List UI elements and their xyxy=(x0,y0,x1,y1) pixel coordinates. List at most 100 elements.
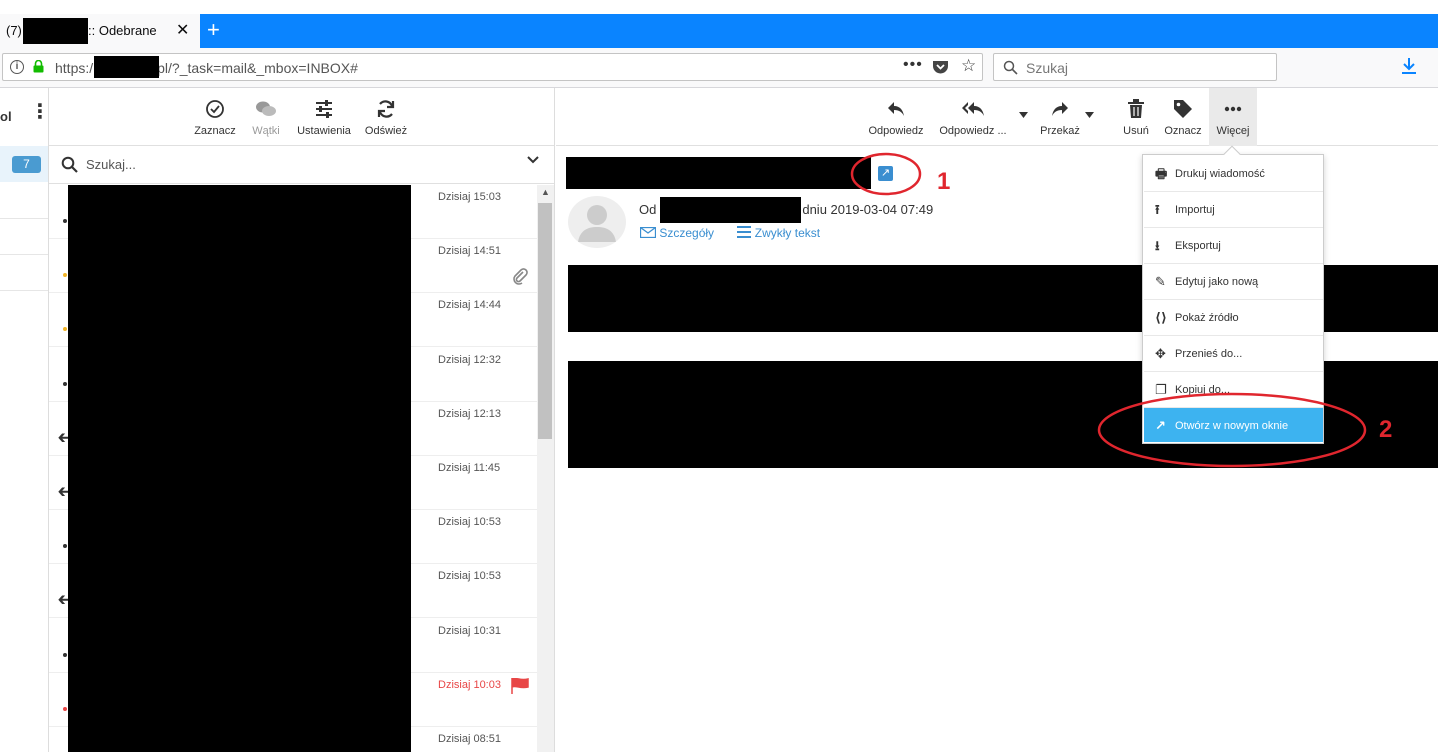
chevron-down-icon[interactable] xyxy=(527,156,539,164)
message-date: Dzisiaj 10:31 xyxy=(438,624,501,637)
list-search-placeholder: Szukaj... xyxy=(86,157,136,172)
settings-label: Ustawienia xyxy=(297,125,351,137)
threads-label: Wątki xyxy=(252,125,280,137)
kebab-menu-icon[interactable]: ⋮ xyxy=(30,102,50,122)
status-dot xyxy=(63,652,67,657)
page-actions-icon[interactable]: ••• xyxy=(903,56,923,74)
message-list-panel: Zaznacz Wątki Ustawienia Odśwież Szukaj.… xyxy=(49,88,555,752)
settings-button[interactable]: Ustawienia xyxy=(295,99,353,137)
url-suffix: pl/?_task=mail&_mbox=INBOX# xyxy=(157,60,358,76)
address-bar[interactable]: i https:/ pl/?_task=mail&_mbox=INBOX# •••… xyxy=(2,53,983,81)
flag-icon[interactable] xyxy=(511,677,529,694)
comments-icon xyxy=(256,101,276,116)
browser-search-input[interactable]: Szukaj xyxy=(993,53,1277,81)
list-scrollbar[interactable]: ▲ xyxy=(537,185,554,752)
menu-item-label: Importuj xyxy=(1175,204,1215,216)
tab-close-icon[interactable]: ✕ xyxy=(176,20,189,40)
divider xyxy=(0,290,48,291)
divider xyxy=(0,254,48,255)
menu-item-label: Pokaż źródło xyxy=(1175,312,1239,324)
list-toolbar: Zaznacz Wątki Ustawienia Odśwież xyxy=(49,88,554,146)
menu-item-source[interactable]: ⟨⟩ Pokaż źródło xyxy=(1144,300,1323,336)
annotation-circle xyxy=(850,152,922,196)
new-tab-icon[interactable]: + xyxy=(207,17,220,43)
message-date: Dzisiaj 10:03 xyxy=(438,678,501,691)
folder-sidebar: ol ⋮ 7 xyxy=(0,88,50,752)
reply-label: Odpowiedz xyxy=(868,125,924,137)
threads-button[interactable]: Wątki xyxy=(249,99,283,137)
message-date: Dzisiaj 15:03 xyxy=(438,191,501,203)
menu-item-export[interactable]: ⭳ Eksportuj xyxy=(1144,228,1323,264)
menu-item-edit[interactable]: ✎ Edytuj jako nową xyxy=(1144,264,1323,300)
select-label: Zaznacz xyxy=(194,125,236,137)
envelope-icon xyxy=(639,226,657,239)
reply-all-dropdown-icon[interactable] xyxy=(1019,112,1028,118)
scrollbar-thumb[interactable] xyxy=(538,203,552,439)
mark-button[interactable]: Oznacz xyxy=(1162,99,1204,137)
annotation-circle xyxy=(1097,392,1367,468)
tab-title: :: Odebrane xyxy=(88,23,157,38)
divider xyxy=(0,218,48,219)
user-icon xyxy=(578,205,616,242)
redacted-block xyxy=(68,185,411,752)
more-button[interactable]: Więcej xyxy=(1212,99,1254,137)
replied-icon: 🡰 xyxy=(58,484,69,499)
replied-icon: 🡰 xyxy=(58,429,69,445)
status-dot xyxy=(63,706,67,711)
status-dot xyxy=(63,273,67,278)
message-date: Dzisiaj 10:53 xyxy=(438,516,501,529)
folder-header-label: ol xyxy=(0,109,12,124)
export-icon: ⭳ xyxy=(1155,238,1160,253)
forward-button[interactable]: Przekaż xyxy=(1038,99,1082,137)
scroll-up-icon[interactable]: ▲ xyxy=(541,187,550,197)
message-links: Szczegóły Zwykły tekst xyxy=(639,226,840,240)
browser-tab[interactable]: (7) :: Odebrane ✕ xyxy=(0,14,200,48)
download-icon[interactable] xyxy=(1400,57,1418,75)
reply-button[interactable]: Odpowiedz xyxy=(866,99,926,137)
status-dot xyxy=(63,544,67,549)
message-toolbar: Odpowiedz Odpowiedz ... Przekaż Usuń Ozn… xyxy=(556,88,1438,146)
nav-bar: i https:/ pl/?_task=mail&_mbox=INBOX# •••… xyxy=(0,48,1438,88)
reply-all-button[interactable]: Odpowiedz ... xyxy=(936,99,1010,137)
from-prefix: Od xyxy=(639,202,657,217)
pocket-icon[interactable] xyxy=(932,60,949,75)
redacted-block xyxy=(94,56,159,78)
lock-icon xyxy=(33,60,44,73)
print-icon: 🖶 xyxy=(1155,166,1168,181)
refresh-label: Odśwież xyxy=(364,125,408,137)
details-label: Szczegóły xyxy=(659,226,715,240)
message-date: Dzisiaj 10:53 xyxy=(438,570,501,583)
more-dots-icon xyxy=(1224,106,1242,112)
status-dot xyxy=(63,219,67,223)
plain-text-link[interactable]: Zwykły tekst xyxy=(737,226,830,240)
trash-icon xyxy=(1128,99,1144,118)
avatar xyxy=(568,196,626,248)
menu-item-label: Drukuj wiadomość xyxy=(1175,168,1265,180)
url-prefix: https:/ xyxy=(55,60,94,76)
message-date: Dzisiaj 14:44 xyxy=(438,299,501,312)
details-link[interactable]: Szczegóły xyxy=(639,226,727,240)
source-icon: ⟨⟩ xyxy=(1155,310,1167,325)
delete-label: Usuń xyxy=(1123,125,1149,137)
plain-text-label: Zwykły tekst xyxy=(754,226,821,240)
menu-item-print[interactable]: 🖶 Drukuj wiadomość xyxy=(1144,156,1323,192)
info-icon[interactable]: i xyxy=(10,60,24,74)
menu-item-move[interactable]: ✥ Przenieś do... xyxy=(1144,336,1323,372)
select-button[interactable]: Zaznacz xyxy=(194,99,236,137)
reply-all-icon xyxy=(962,102,984,116)
message-date: Dzisiaj 12:13 xyxy=(438,407,501,420)
forward-dropdown-icon[interactable] xyxy=(1085,112,1094,118)
browser-search-placeholder: Szukaj xyxy=(1026,60,1069,76)
edit-icon: ✎ xyxy=(1155,274,1166,289)
redacted-block xyxy=(23,18,88,44)
mark-label: Oznacz xyxy=(1164,125,1202,137)
refresh-button[interactable]: Odśwież xyxy=(363,99,409,137)
search-icon xyxy=(61,156,78,173)
list-search-bar[interactable]: Szukaj... xyxy=(49,146,554,184)
bookmark-star-icon[interactable]: ☆ xyxy=(961,56,976,76)
message-date: Dzisiaj 12:32 xyxy=(438,353,501,366)
menu-item-import[interactable]: ⭱ Importuj xyxy=(1144,192,1323,228)
forward-icon xyxy=(1052,102,1068,116)
delete-button[interactable]: Usuń xyxy=(1120,99,1152,137)
unread-badge: 7 xyxy=(12,156,41,173)
